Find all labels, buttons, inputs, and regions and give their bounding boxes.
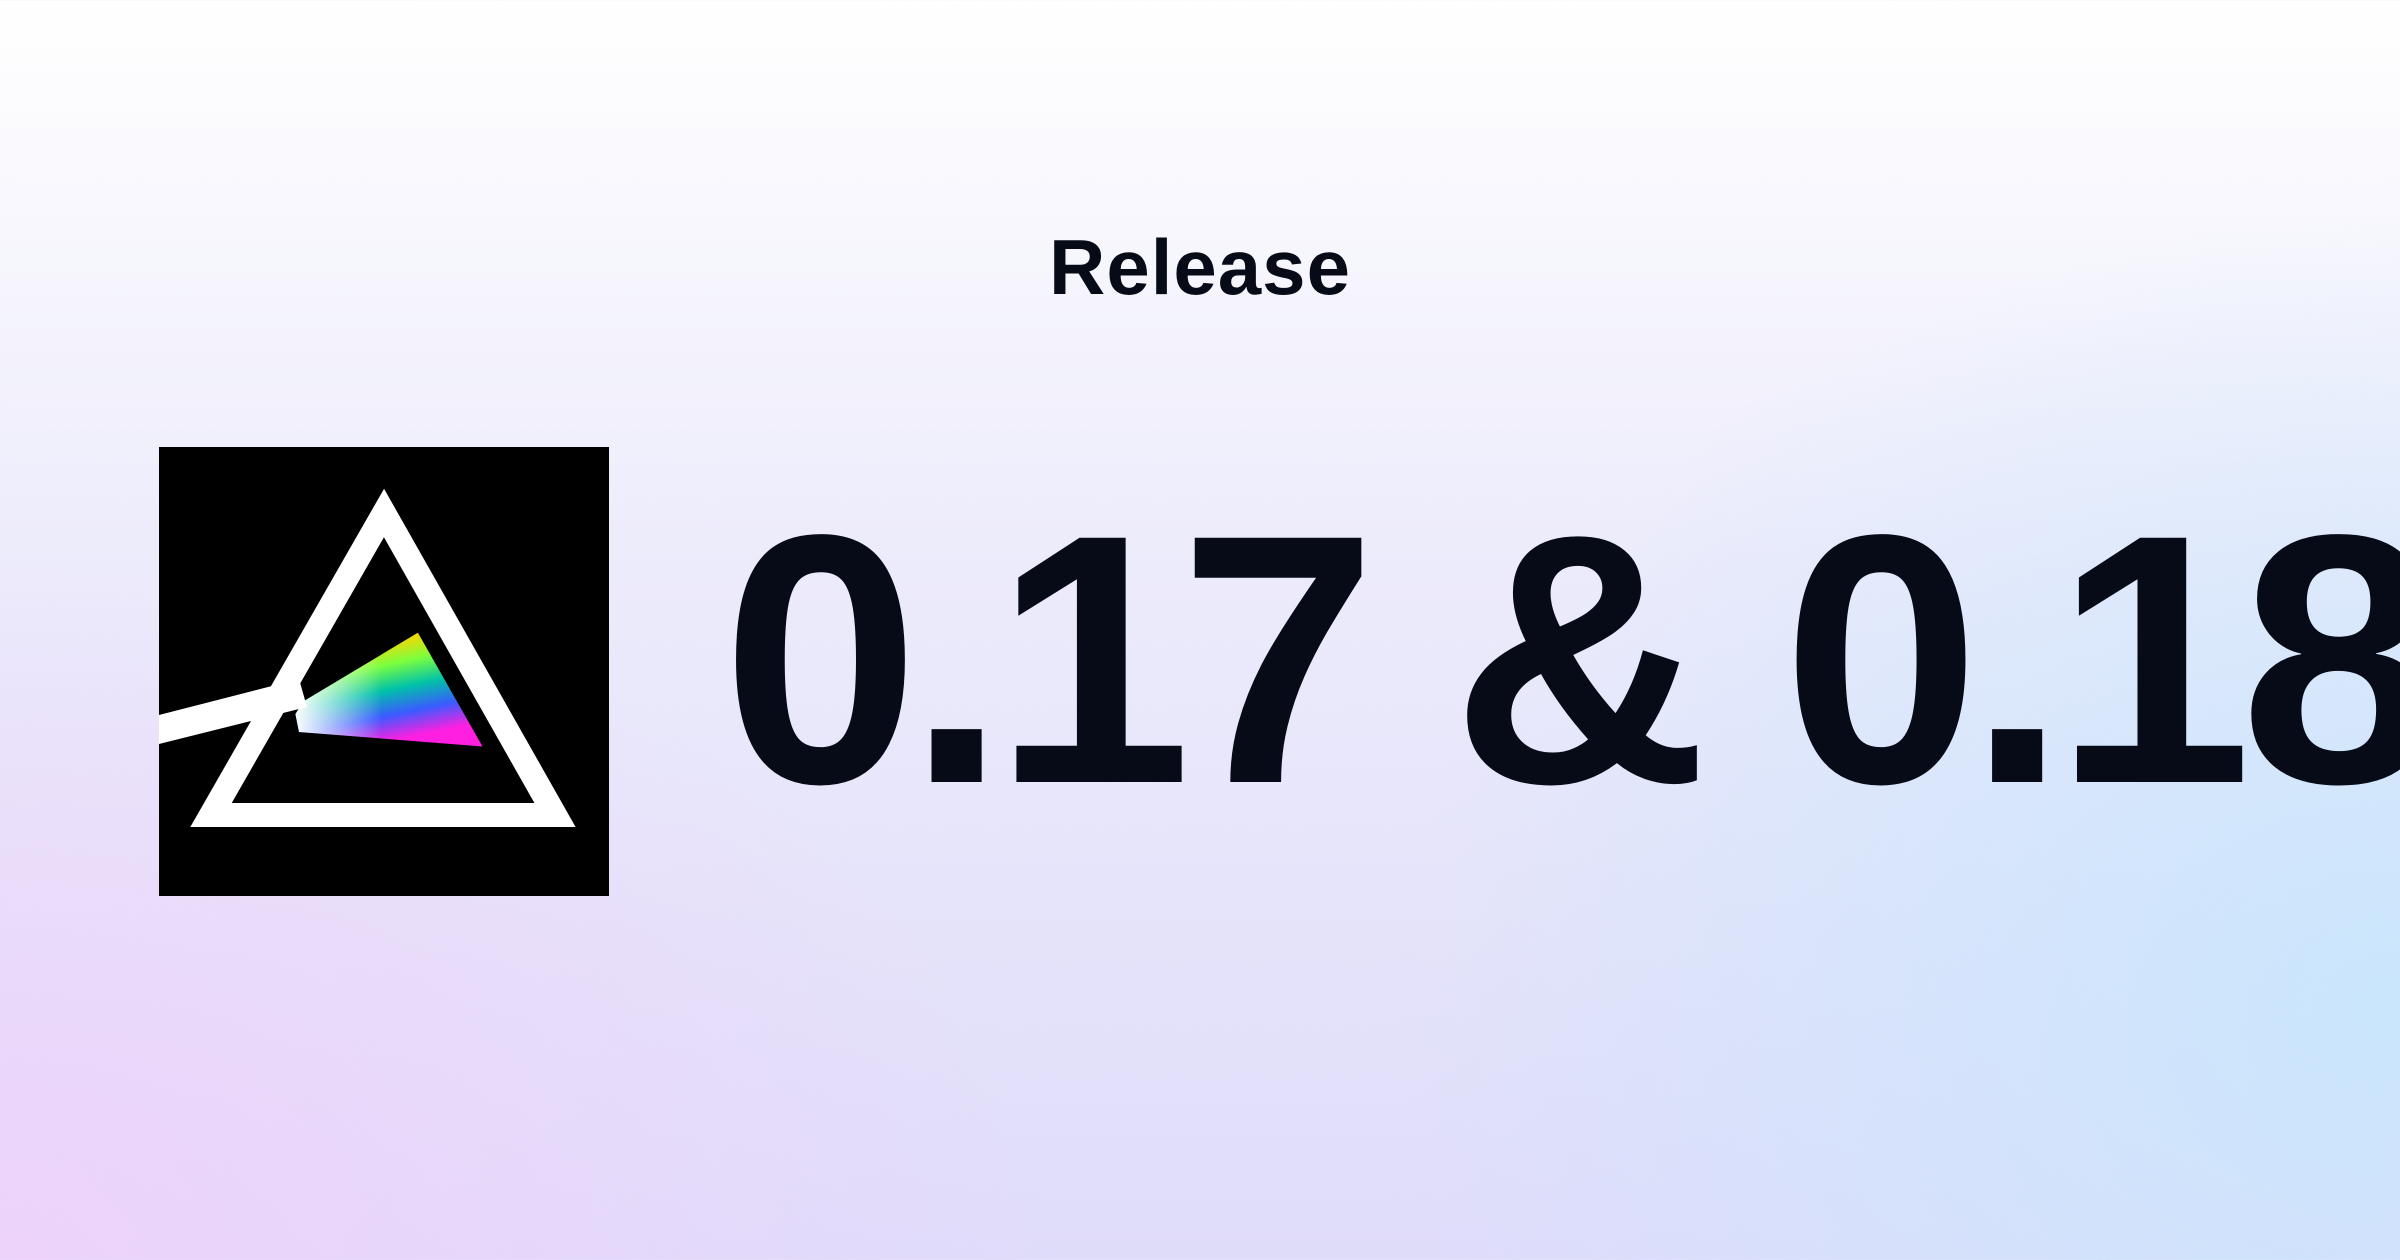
version-title: 0.17 & 0.18 [722,462,2400,858]
prism-logo [159,447,609,896]
release-label: Release [1049,223,1351,311]
prism-icon [159,488,576,827]
